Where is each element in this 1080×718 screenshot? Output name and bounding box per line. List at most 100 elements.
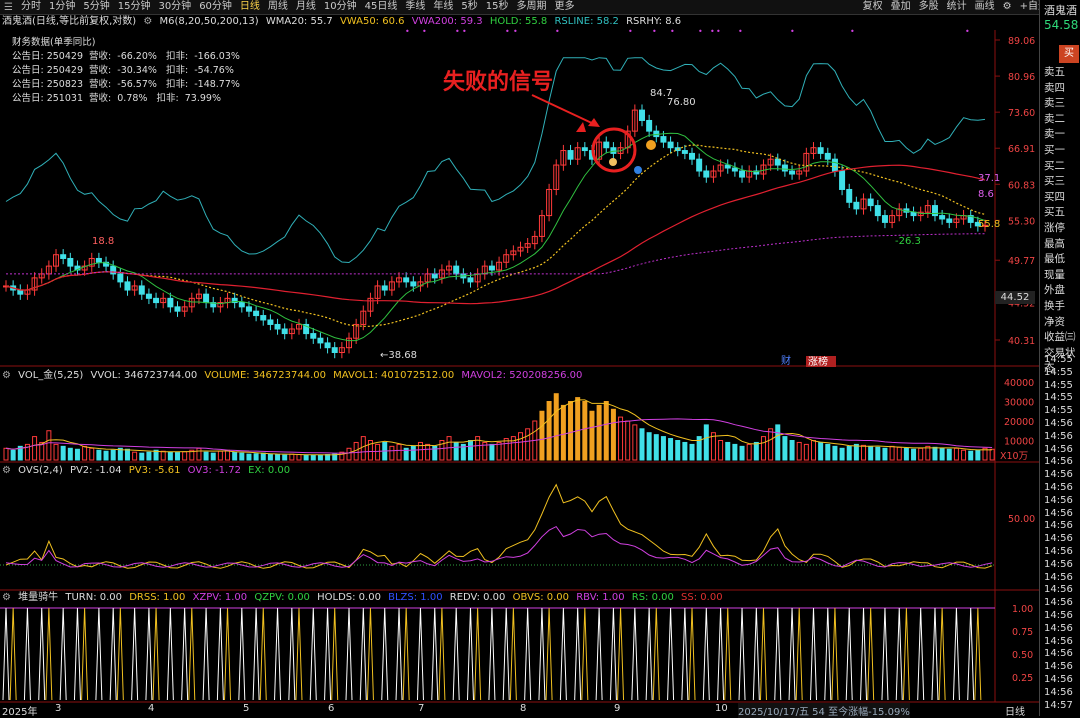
signal-icon	[634, 166, 642, 174]
marker-dot: •	[652, 27, 657, 36]
candle-body	[95, 257, 102, 263]
volume-bar	[882, 447, 888, 461]
volume-bar	[789, 440, 795, 461]
marker-dot: •	[850, 27, 855, 36]
dlqn-spike	[95, 607, 103, 701]
side-quote-item: 买四	[1044, 190, 1065, 203]
right-label: 37.1	[978, 173, 1000, 184]
volume-bar	[32, 436, 38, 461]
side-trade-time: 14:56	[1044, 546, 1073, 557]
volume-tick-label: 30000	[1004, 398, 1034, 409]
dlqn-spike	[288, 607, 296, 701]
dlqn-title: 堆量骑牛	[18, 592, 59, 603]
side-quote-item: 涨停	[1044, 222, 1065, 234]
dlqn-spike	[867, 607, 875, 701]
volume-bar	[103, 450, 109, 461]
volume-bar	[210, 452, 216, 461]
volume-header: ⚙ VOL_金(5,25) VVOL: 346723744.00 VOLUME:…	[2, 370, 586, 382]
dlqn-spike	[617, 607, 625, 701]
side-trade-time: 14:56	[1044, 443, 1073, 455]
volume-bar	[868, 445, 874, 461]
low-label: ←38.68	[380, 350, 417, 361]
dlqn-spike	[917, 607, 925, 701]
side-trade-time: 14:56	[1044, 520, 1073, 532]
volume-bar	[232, 451, 238, 461]
volume-bar	[246, 453, 252, 461]
dlqn-spike	[202, 607, 210, 701]
side-quote-item: 卖五	[1044, 66, 1065, 78]
side-trade-time: 14:56	[1044, 482, 1073, 493]
candle-body	[145, 293, 152, 299]
volume-bar	[975, 449, 981, 461]
volume-bar	[953, 447, 959, 461]
volume-bar	[810, 440, 816, 461]
side-trade-time: 14:55	[1044, 366, 1073, 378]
dlqn-spike	[145, 607, 153, 701]
dlqn-spike	[345, 607, 353, 701]
candle-body	[696, 158, 703, 172]
dlqn-spike	[252, 607, 260, 701]
rbv-label: RBV: 1.00	[576, 592, 625, 603]
low-label: -26.3	[895, 236, 921, 247]
volume-bar	[175, 452, 181, 461]
stock-chart[interactable]: 89.06 80.96 73.60 66.91 60.83 55.30 49.77 44.52…	[0, 0, 1039, 716]
volume-bar	[360, 436, 366, 461]
volume-bar	[732, 443, 738, 461]
side-quote-item: 买一	[1044, 144, 1065, 156]
side-quote-item: 买三	[1044, 175, 1065, 188]
marker-dot: •	[716, 27, 721, 36]
ovs-title: OVS(2,4)	[18, 465, 63, 476]
volume-bar	[639, 428, 645, 461]
dlqn-spike	[717, 607, 725, 701]
rs-label: RS: 0.00	[631, 592, 674, 603]
x-label: 5	[243, 703, 250, 714]
ov3-label: OV3: -1.72	[187, 465, 241, 476]
buy-button[interactable]: 买	[1059, 45, 1079, 63]
volume-bar	[932, 446, 938, 461]
candle-body	[245, 306, 252, 312]
volume-bar	[825, 443, 831, 461]
dlqn-spike	[545, 607, 553, 701]
ovs-tick-label: 50.00	[1008, 514, 1035, 525]
candle-body	[939, 215, 946, 220]
side-quote-item: 净资	[1044, 315, 1065, 328]
candle-body	[667, 141, 674, 149]
volume-bar	[568, 401, 574, 461]
volume-bar	[589, 410, 595, 461]
price-tick-label: 66.91	[1008, 144, 1035, 155]
candle-body	[324, 342, 331, 349]
qzpv-label: QZPV: 0.00	[254, 592, 310, 603]
volume-bar	[253, 453, 259, 461]
dlqn-spike	[116, 607, 124, 701]
side-trade-time: 14:57	[1044, 699, 1073, 711]
volume-bar	[196, 447, 202, 461]
side-trade-time: 14:56	[1044, 648, 1073, 660]
dlqn-spike	[259, 607, 267, 701]
volume-bar	[82, 445, 88, 461]
candle-body	[824, 152, 831, 160]
dlqn-spike	[366, 607, 374, 701]
pv3-label: PV3: -5.61	[128, 465, 181, 476]
time-axis: 2025年 3 4 5 6 7 8 9 10 2025/10/17/五 54 至…	[0, 702, 1039, 718]
side-trade-time: 14:56	[1044, 571, 1073, 583]
candle-body	[281, 328, 288, 335]
volume-bar	[682, 441, 688, 461]
marker-dot: •	[455, 27, 460, 36]
side-trade-time: 14:56	[1044, 686, 1073, 698]
dlqn-spike	[788, 607, 796, 701]
volume-tick-label: 20000	[1004, 417, 1034, 428]
dlqn-spike	[238, 607, 246, 701]
dlqn-spike	[702, 607, 710, 701]
volume-bar	[425, 443, 431, 461]
volume-bar	[60, 445, 66, 461]
volume-bar	[782, 436, 788, 461]
right-label: 8.6	[978, 189, 994, 200]
volume-bar	[296, 454, 302, 461]
candle-body	[17, 289, 24, 295]
high-label: 76.80	[667, 97, 696, 108]
volume-bar	[903, 447, 909, 461]
dlqn-spike	[952, 607, 960, 701]
dlqn-spike	[967, 607, 975, 701]
candle-body	[724, 164, 731, 169]
cai-label: 财	[781, 354, 791, 367]
